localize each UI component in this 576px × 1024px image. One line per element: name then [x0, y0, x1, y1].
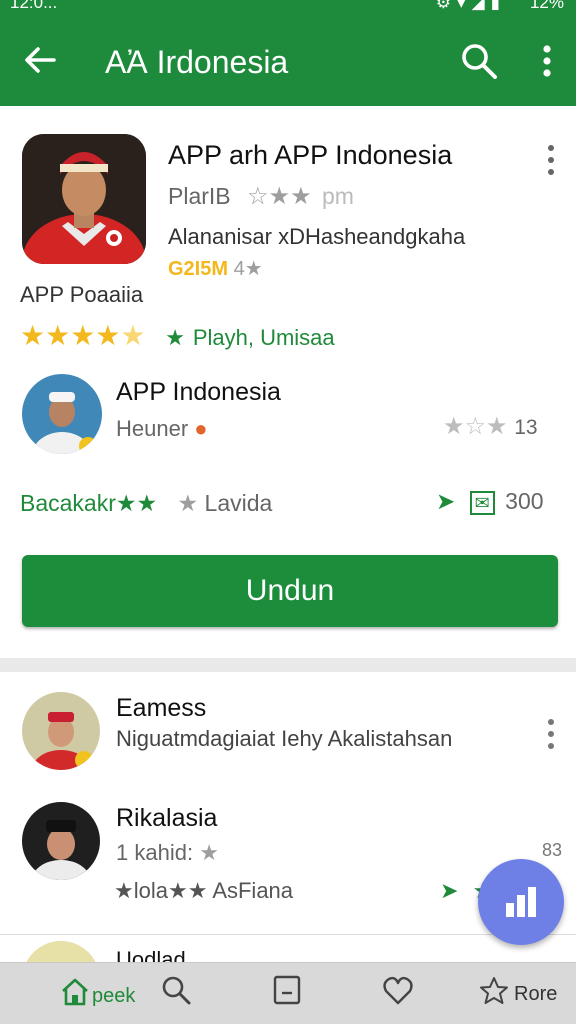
- rating-row: ★★★★★ ★ Playh, Umisaa: [20, 320, 335, 354]
- secondary-app-subtitle: Heuner: [116, 416, 189, 441]
- app-title: APP arh APP Indonesia: [168, 140, 453, 170]
- battery-level: 12%: [529, 0, 564, 12]
- rating-count: 13: [514, 416, 538, 439]
- list-item-subtitle-row: 1 kahid: ★: [116, 840, 219, 866]
- share-icon[interactable]: ➤: [436, 488, 455, 514]
- more-vert-icon[interactable]: [544, 716, 558, 752]
- rating-stars-icon: ★☆★: [443, 413, 508, 440]
- rating-stars-icon: ☆★★: [247, 183, 312, 210]
- heart-icon[interactable]: [382, 971, 414, 1015]
- list-item-subtitle: Niguatmdagiaiat Iehy Akalistahsan: [116, 726, 453, 751]
- downloads-row: ➤ ✉ 300: [436, 488, 544, 515]
- list-item-subtitle: 1 kahid:: [116, 840, 194, 865]
- app-icon[interactable]: [22, 134, 146, 264]
- half-star-icon: ★: [120, 320, 146, 351]
- secondary-app-title: APP Indonesia: [116, 378, 281, 406]
- app-bar: AἈ Irdonesia: [0, 18, 576, 106]
- nav-home[interactable]: peek: [60, 971, 150, 1015]
- status-bar: 12:0... ⚙▾◢▮ 12%: [0, 0, 576, 18]
- search-icon[interactable]: [458, 40, 500, 82]
- featured-app-card: APP arh APP Indonesia PlarIB ☆★★ pm Alan…: [0, 106, 576, 658]
- secondary-sub-row: Heuner ●: [116, 416, 208, 442]
- avatar: [22, 692, 100, 770]
- editor-label: Playh, Umisaa: [192, 325, 335, 350]
- app-meta: PlarIB: [168, 183, 231, 209]
- rating-text: pm: [321, 183, 354, 209]
- nav-home-label: peek: [92, 985, 136, 1007]
- list-item-title: Rikalasia: [116, 804, 218, 832]
- status-icons: ⚙▾◢▮: [435, 0, 506, 12]
- mail-icon[interactable]: ✉: [469, 491, 495, 515]
- chart-icon: [506, 887, 536, 917]
- home-icon: [62, 978, 88, 1006]
- tag-label: Lavida: [204, 490, 273, 516]
- app-label: APP Poaaiia: [20, 282, 144, 307]
- rating-stars: ★★★★: [20, 320, 121, 351]
- share-icon[interactable]: ➤: [440, 878, 458, 903]
- avatar: [22, 802, 100, 880]
- price-badge: G2I5M: [168, 258, 229, 280]
- nav-more[interactable]: Rore: [478, 971, 570, 1015]
- app-description: Alananisar xDHasheandgkaha: [168, 224, 466, 249]
- nav-more-label: Rore: [514, 983, 558, 1005]
- star-outline-icon: [480, 977, 508, 1004]
- rating-count-row: ★☆★ 13: [443, 412, 538, 441]
- list-item[interactable]: Eamess Niguatmdagiaiat Iehy Akalistahsan: [0, 672, 576, 790]
- more-vert-icon[interactable]: [532, 40, 562, 82]
- meta-row: PlarIB ☆★★ pm: [168, 182, 354, 211]
- downloads-count: 300: [505, 488, 544, 514]
- editor-star-icon: ★: [165, 325, 186, 350]
- star-icon: ★: [177, 490, 199, 516]
- back-arrow-icon[interactable]: [20, 40, 60, 80]
- corner-label: 83: [542, 840, 563, 860]
- bottom-nav: peek Rore: [0, 962, 576, 1024]
- search-icon[interactable]: [160, 971, 192, 1015]
- category-label: Bacakakr★★: [20, 490, 158, 516]
- status-time: 12:0...: [10, 0, 58, 12]
- more-vert-icon[interactable]: [544, 142, 558, 178]
- fab-button[interactable]: [478, 859, 564, 945]
- page-title: AἈ Irdonesia: [105, 44, 289, 80]
- price-row: G2I5M 4★: [168, 256, 263, 281]
- list-item-extra: ★lola★★ AsFiana: [114, 878, 294, 903]
- list-item-title: Eamess: [116, 694, 207, 722]
- star-icon: ★: [199, 840, 219, 865]
- category-row: Bacakakr★★ ★ Lavida: [20, 490, 272, 517]
- price-suffix: 4★: [233, 258, 263, 280]
- install-button[interactable]: Undun: [22, 555, 558, 627]
- flame-icon: ●: [194, 416, 208, 441]
- developer-avatar[interactable]: [22, 374, 102, 454]
- library-icon[interactable]: [272, 971, 302, 1015]
